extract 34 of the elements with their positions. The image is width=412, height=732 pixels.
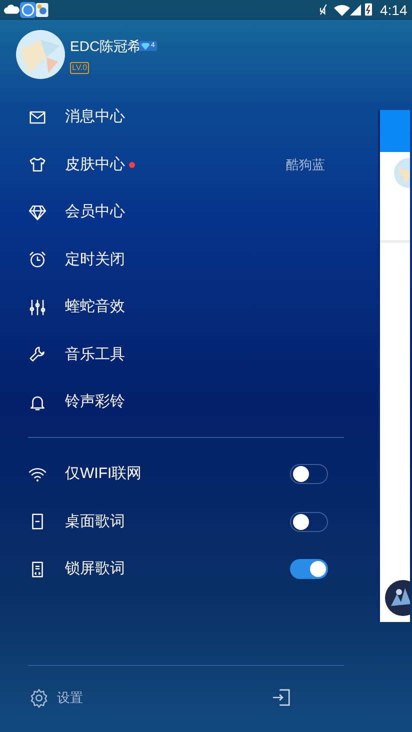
menu-item[interactable]: 皮肤中心 <box>65 154 125 174</box>
app-icon <box>36 2 50 18</box>
header-bar <box>380 110 410 152</box>
toggle-switch[interactable] <box>290 559 328 579</box>
sliders-icon <box>28 298 47 316</box>
mute-icon <box>318 3 328 16</box>
setting-label: 仅WIFI联网 <box>65 464 142 484</box>
setting-label: 桌面歌词 <box>65 512 125 532</box>
battery-icon <box>365 3 372 16</box>
shirt-icon <box>28 155 47 174</box>
menu-item[interactable]: 会员中心 <box>65 202 125 222</box>
level-badge: LV.0 <box>70 62 90 74</box>
app-icon <box>20 2 36 18</box>
cell-signal-icon <box>350 4 361 16</box>
diamond-icon <box>141 42 150 50</box>
status-time: 4:14 <box>380 2 408 18</box>
toggle-switch[interactable] <box>290 512 328 532</box>
setting-label: 锁屏歌词 <box>65 559 125 579</box>
diamond-icon <box>28 202 47 222</box>
user-name: EDC陈冠希 <box>70 37 142 55</box>
menu-item[interactable]: 消息中心 <box>65 107 125 127</box>
alarm-clock-icon <box>28 250 47 269</box>
menu-item[interactable]: 定时关闭 <box>65 250 125 270</box>
settings-icon[interactable] <box>29 688 49 708</box>
menu-item[interactable]: 蝰蛇音效 <box>65 297 125 317</box>
wrench-icon <box>28 345 47 364</box>
settings-link[interactable]: 设置 <box>57 690 83 706</box>
menu-item[interactable]: 音乐工具 <box>65 344 125 364</box>
menu-item[interactable]: 铃声彩铃 <box>65 392 125 412</box>
cloud-icon <box>4 4 20 14</box>
exit-icon[interactable] <box>272 688 291 707</box>
current-skin: 酷狗蓝 <box>286 156 325 174</box>
wifi-signal-icon <box>334 4 350 16</box>
toggle-switch[interactable] <box>290 464 328 484</box>
